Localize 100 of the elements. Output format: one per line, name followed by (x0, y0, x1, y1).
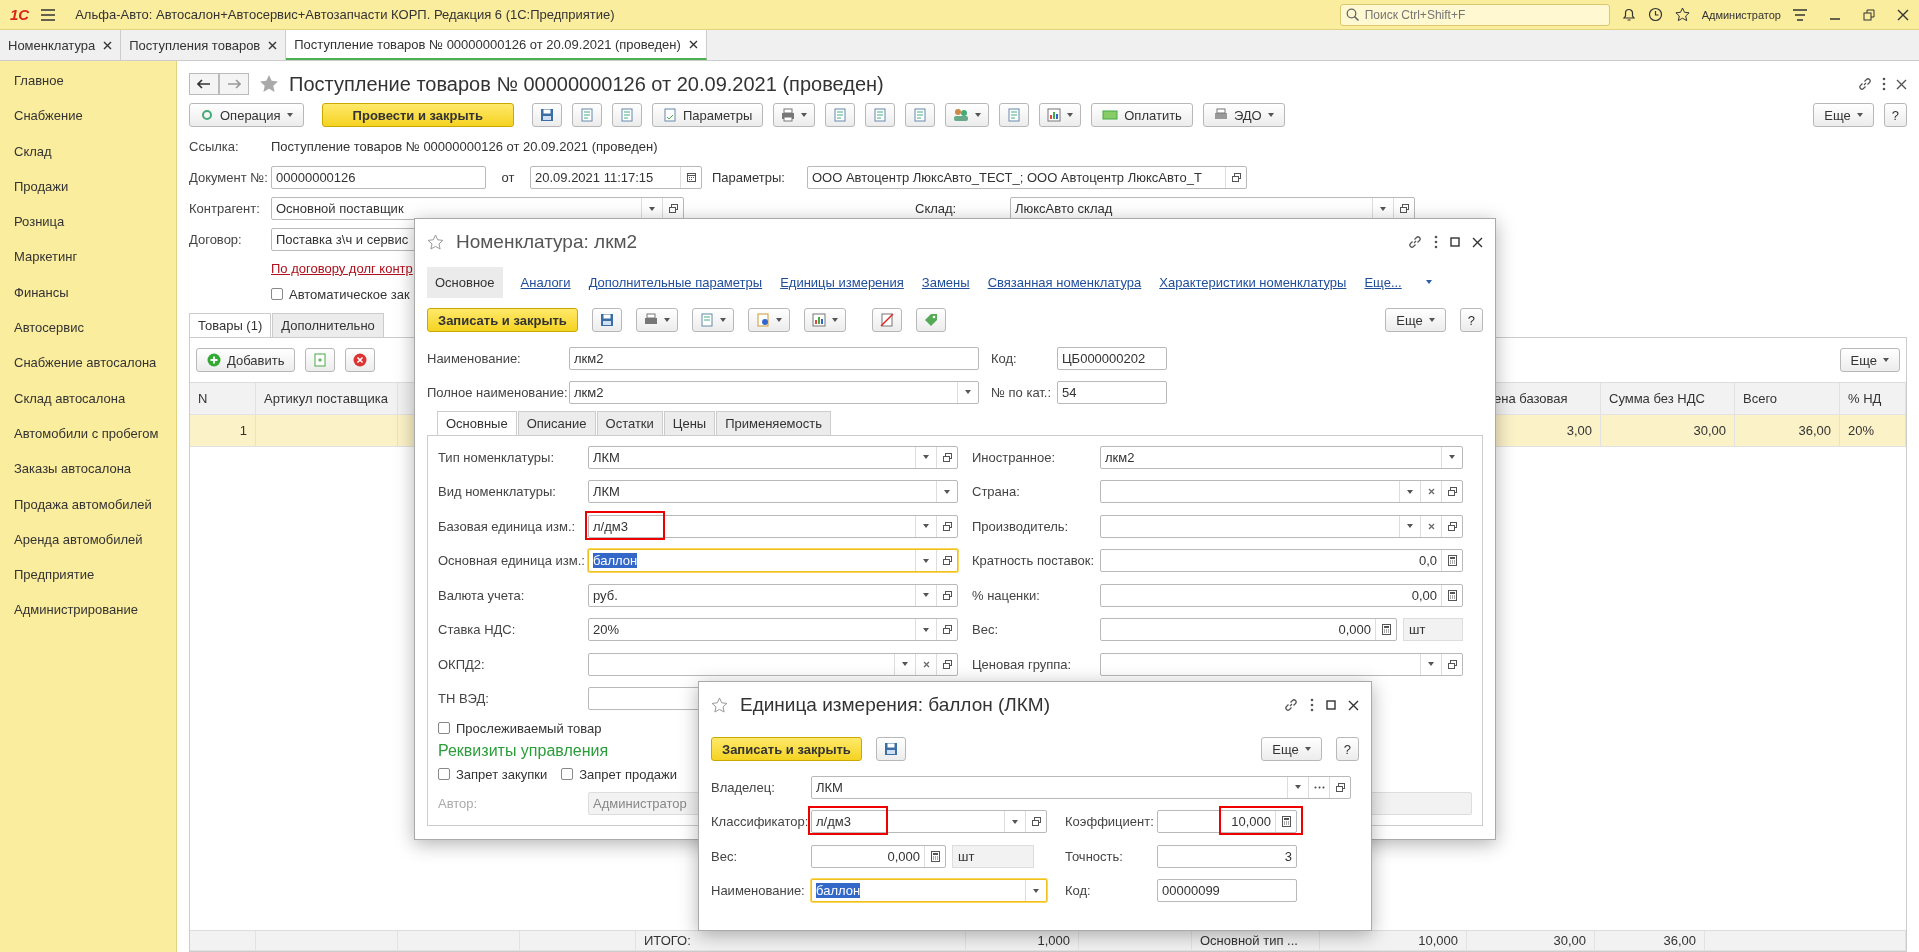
input-field[interactable] (1100, 480, 1463, 504)
input-field[interactable]: 0,000 (811, 844, 946, 868)
save-and-close-button[interactable]: Записать и закрыть (427, 308, 578, 332)
sidebar-item[interactable]: Снабжение автосалона (0, 355, 176, 391)
settings-icon[interactable] (1793, 8, 1807, 21)
input-field[interactable]: 3 (1157, 844, 1297, 868)
input-field[interactable]: лкм2 (569, 346, 979, 370)
save-button[interactable] (531, 103, 562, 127)
section-link[interactable]: Аналоги (520, 274, 571, 290)
history-icon[interactable] (1647, 7, 1663, 22)
input-field[interactable]: баллон (811, 879, 1047, 903)
input-field[interactable]: ООО Автоцентр ЛюксАвто_ТЕСТ_; ООО Автоцентр ЛюксАвто_Т (807, 166, 1247, 189)
input-field[interactable]: лкм2 (1100, 445, 1463, 469)
checkbox-label[interactable]: Прослеживаемый товар (456, 720, 602, 736)
page-tab[interactable]: Номенклатура (0, 30, 122, 60)
price-button[interactable] (915, 308, 946, 332)
sidebar-item[interactable]: Маркетинг (0, 249, 176, 285)
edo-button[interactable]: ЭДО (1202, 103, 1285, 127)
sidebar-item[interactable]: Снабжение (0, 108, 176, 144)
close-icon[interactable] (1348, 699, 1359, 711)
more-button[interactable]: Еще (1813, 103, 1874, 127)
sidebar-item[interactable]: Предприятие (0, 567, 176, 603)
section-link[interactable]: Основное (427, 266, 503, 298)
sidebar-item[interactable]: Аренда автомобилей (0, 531, 176, 568)
tab[interactable]: Остатки (596, 411, 663, 435)
section-link[interactable]: Еще... (1364, 274, 1402, 290)
help-button[interactable]: ? (1883, 103, 1907, 127)
save-button[interactable] (875, 737, 906, 761)
mark-deletion-button[interactable] (871, 308, 902, 332)
tab[interactable]: Дополнительно (272, 313, 384, 337)
help-button[interactable]: ? (1459, 308, 1483, 332)
caret-icon[interactable] (1425, 280, 1432, 284)
more-icon[interactable] (1434, 235, 1438, 249)
section-link[interactable]: Дополнительные параметры (588, 274, 763, 290)
input-field[interactable]: 10,000 (1157, 810, 1297, 834)
input-field[interactable]: л/дм3 (588, 514, 958, 538)
sidebar-item[interactable]: Автосервис (0, 320, 176, 356)
more-icon[interactable] (1310, 698, 1314, 712)
input-field[interactable]: баллон (588, 549, 958, 573)
tab[interactable]: Описание (517, 411, 596, 435)
close-icon[interactable] (1472, 236, 1483, 248)
maximize-icon[interactable] (1450, 237, 1460, 247)
star-icon[interactable] (711, 696, 728, 714)
input-field[interactable] (588, 652, 958, 676)
section-link[interactable]: Связанная номенклатура (987, 274, 1142, 290)
sidebar-item[interactable]: Главное (0, 73, 176, 109)
input-field[interactable]: лкм2 (569, 380, 979, 404)
sidebar-item[interactable]: Заказы автосалона (0, 461, 176, 497)
sidebar-item[interactable]: Склад (0, 143, 176, 179)
more-button[interactable]: Еще (1261, 737, 1322, 761)
save-button[interactable] (591, 308, 622, 332)
sidebar-item[interactable]: Автомобили с пробегом (0, 425, 176, 462)
link-icon[interactable] (1858, 77, 1872, 91)
input-field[interactable]: 00000000126 (271, 166, 486, 189)
link-icon[interactable] (1408, 235, 1422, 249)
restore-icon[interactable] (1863, 8, 1875, 21)
user-name[interactable]: Администратор (1701, 8, 1781, 21)
input-field[interactable]: ЛКМ (811, 775, 1351, 799)
input-field[interactable]: 20.09.2021 11:17:15 (530, 166, 702, 189)
operation-button[interactable]: Операция (189, 103, 304, 127)
input-field[interactable]: 20% (588, 618, 958, 642)
tab[interactable]: Цены (663, 411, 716, 435)
section-link[interactable]: Единицы измерения (780, 274, 904, 290)
close-icon[interactable] (103, 40, 113, 50)
report-button[interactable] (803, 308, 846, 332)
menu-icon[interactable] (41, 8, 56, 21)
input-field[interactable]: л/дм3 (811, 810, 1047, 834)
bell-icon[interactable] (1621, 7, 1636, 22)
checkbox[interactable] (438, 722, 450, 734)
more-button[interactable]: Еще (1385, 308, 1446, 332)
save-and-close-button[interactable]: Записать и закрыть (711, 737, 862, 761)
tab[interactable]: Основные (437, 411, 517, 435)
sidebar-item[interactable]: Розница (0, 214, 176, 250)
star-icon[interactable] (427, 233, 444, 251)
print-button[interactable] (773, 103, 816, 127)
post-and-close-button[interactable]: Провести и закрыть (321, 103, 514, 127)
sidebar-item[interactable]: Финансы (0, 284, 176, 321)
document-button[interactable] (747, 308, 790, 332)
help-button[interactable]: ? (1335, 737, 1359, 761)
add-button[interactable]: Добавить (196, 348, 296, 372)
section-link[interactable]: Характеристики номенклатуры (1159, 274, 1347, 290)
input-field[interactable]: 00000099 (1157, 879, 1297, 903)
checkbox[interactable] (561, 768, 574, 780)
report-button[interactable] (1039, 103, 1082, 127)
more-button[interactable]: Еще (1839, 348, 1900, 372)
tab[interactable]: Товары (1) (189, 313, 272, 337)
delete-button[interactable] (345, 348, 376, 372)
tab[interactable]: Применяемость (716, 411, 832, 435)
sidebar-item[interactable]: Продажа автомобилей (0, 496, 176, 532)
link-icon[interactable] (1284, 698, 1298, 712)
section-link[interactable]: Замены (921, 274, 970, 290)
sidebar-item[interactable]: Продажи (0, 178, 176, 215)
logo[interactable]: 1С (10, 6, 30, 23)
input-field[interactable]: 0,0 (1100, 549, 1463, 573)
more-icon[interactable] (1882, 77, 1886, 91)
sidebar-item[interactable]: Администрирование (0, 602, 176, 638)
checkbox-label[interactable]: Запрет продажи (579, 766, 677, 782)
back-button[interactable] (189, 73, 219, 95)
checkbox-label[interactable]: Запрет закупки (456, 766, 548, 782)
input-field[interactable]: ЦБ000000202 (1057, 346, 1167, 370)
